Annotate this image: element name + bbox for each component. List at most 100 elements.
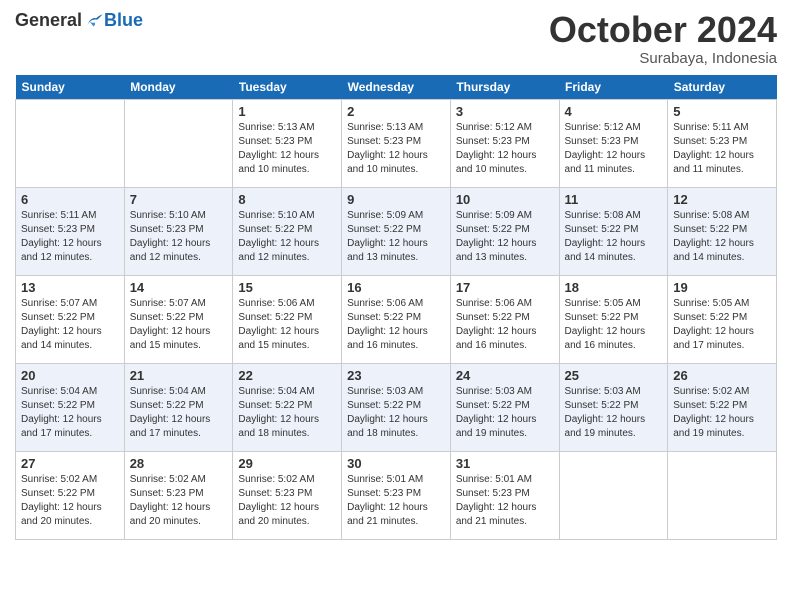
day-info: Sunrise: 5:05 AM Sunset: 5:22 PM Dayligh… [565,297,663,353]
table-row: 14 Sunrise: 5:07 AM Sunset: 5:22 PM Dayli… [124,275,233,363]
day-number: 23 [347,368,445,383]
day-info: Sunrise: 5:04 AM Sunset: 5:22 PM Dayligh… [238,385,336,441]
day-info: Sunrise: 5:07 AM Sunset: 5:22 PM Dayligh… [130,297,228,353]
day-number: 19 [673,280,771,295]
day-number: 24 [456,368,554,383]
table-row: 24 Sunrise: 5:03 AM Sunset: 5:22 PM Dayli… [450,363,559,451]
day-number: 16 [347,280,445,295]
day-number: 26 [673,368,771,383]
day-number: 31 [456,456,554,471]
day-info: Sunrise: 5:11 AM Sunset: 5:23 PM Dayligh… [21,209,119,265]
table-row: 30 Sunrise: 5:01 AM Sunset: 5:23 PM Dayli… [342,451,451,539]
table-row: 5Sunrise: 5:11 AM Sunset: 5:23 PM Daylig… [668,99,777,187]
logo-bird-icon [84,11,104,31]
day-number: 21 [130,368,228,383]
day-info: Sunrise: 5:06 AM Sunset: 5:22 PM Dayligh… [347,297,445,353]
day-number: 25 [565,368,663,383]
day-number: 20 [21,368,119,383]
col-thursday: Thursday [450,75,559,100]
table-row: 9 Sunrise: 5:09 AM Sunset: 5:22 PM Daylig… [342,187,451,275]
page-container: General Blue October 2024 Surabaya, Indo… [0,0,792,545]
day-info: Sunrise: 5:10 AM Sunset: 5:22 PM Dayligh… [238,209,336,265]
table-row: 20 Sunrise: 5:04 AM Sunset: 5:22 PM Dayli… [16,363,125,451]
title-section: October 2024 Surabaya, Indonesia [549,10,777,67]
day-info: Sunrise: 5:08 AM Sunset: 5:22 PM Dayligh… [673,209,771,265]
table-row: 4 Sunrise: 5:12 AM Sunset: 5:23 PM Daylig… [559,99,668,187]
day-info: Sunrise: 5:02 AM Sunset: 5:23 PM Dayligh… [238,473,336,529]
day-info: Sunrise: 5:09 AM Sunset: 5:22 PM Dayligh… [347,209,445,265]
table-row: 10 Sunrise: 5:09 AM Sunset: 5:22 PM Dayli… [450,187,559,275]
day-number: 6 [21,192,119,207]
day-info: Sunrise: 5:05 AM Sunset: 5:22 PM Dayligh… [673,297,771,353]
day-info: Sunrise: 5:12 AM Sunset: 5:23 PM Dayligh… [565,121,663,177]
day-info: Sunrise: 5:06 AM Sunset: 5:22 PM Dayligh… [456,297,554,353]
logo-general-text: General [15,10,82,31]
day-info: Sunrise: 5:04 AM Sunset: 5:22 PM Dayligh… [130,385,228,441]
table-row: 27Sunrise: 5:02 AM Sunset: 5:22 PM Dayli… [16,451,125,539]
day-info: Sunrise: 5:08 AM Sunset: 5:22 PM Dayligh… [565,209,663,265]
col-tuesday: Tuesday [233,75,342,100]
table-row: 11Sunrise: 5:08 AM Sunset: 5:22 PM Dayli… [559,187,668,275]
location-subtitle: Surabaya, Indonesia [549,50,777,67]
col-friday: Friday [559,75,668,100]
day-info: Sunrise: 5:03 AM Sunset: 5:22 PM Dayligh… [347,385,445,441]
calendar-week-row: 20 Sunrise: 5:04 AM Sunset: 5:22 PM Dayli… [16,363,777,451]
day-info: Sunrise: 5:02 AM Sunset: 5:23 PM Dayligh… [130,473,228,529]
table-row: 29 Sunrise: 5:02 AM Sunset: 5:23 PM Dayli… [233,451,342,539]
table-row: 15 Sunrise: 5:06 AM Sunset: 5:22 PM Dayli… [233,275,342,363]
month-title: October 2024 [549,10,777,50]
day-info: Sunrise: 5:03 AM Sunset: 5:22 PM Dayligh… [456,385,554,441]
day-number: 17 [456,280,554,295]
day-number: 13 [21,280,119,295]
day-info: Sunrise: 5:01 AM Sunset: 5:23 PM Dayligh… [347,473,445,529]
table-row: 17 Sunrise: 5:06 AM Sunset: 5:22 PM Dayli… [450,275,559,363]
day-number: 10 [456,192,554,207]
day-info: Sunrise: 5:12 AM Sunset: 5:23 PM Dayligh… [456,121,554,177]
day-info: Sunrise: 5:02 AM Sunset: 5:22 PM Dayligh… [673,385,771,441]
calendar-week-row: 27Sunrise: 5:02 AM Sunset: 5:22 PM Dayli… [16,451,777,539]
day-number: 9 [347,192,445,207]
col-monday: Monday [124,75,233,100]
table-row: 31 Sunrise: 5:01 AM Sunset: 5:23 PM Dayli… [450,451,559,539]
day-info: Sunrise: 5:04 AM Sunset: 5:22 PM Dayligh… [21,385,119,441]
day-number: 15 [238,280,336,295]
day-number: 29 [238,456,336,471]
col-sunday: Sunday [16,75,125,100]
calendar-table: Sunday Monday Tuesday Wednesday Thursday… [15,75,777,540]
day-number: 7 [130,192,228,207]
table-row: 13 Sunrise: 5:07 AM Sunset: 5:22 PM Dayli… [16,275,125,363]
table-row [559,451,668,539]
day-info: Sunrise: 5:09 AM Sunset: 5:22 PM Dayligh… [456,209,554,265]
day-info: Sunrise: 5:02 AM Sunset: 5:22 PM Dayligh… [21,473,119,529]
table-row: 26 Sunrise: 5:02 AM Sunset: 5:22 PM Dayli… [668,363,777,451]
day-info: Sunrise: 5:06 AM Sunset: 5:22 PM Dayligh… [238,297,336,353]
day-number: 1 [238,104,336,119]
day-info: Sunrise: 5:07 AM Sunset: 5:22 PM Dayligh… [21,297,119,353]
table-row: 1Sunrise: 5:13 AM Sunset: 5:23 PM Daylig… [233,99,342,187]
day-number: 8 [238,192,336,207]
day-info: Sunrise: 5:03 AM Sunset: 5:22 PM Dayligh… [565,385,663,441]
day-number: 2 [347,104,445,119]
day-number: 22 [238,368,336,383]
day-number: 18 [565,280,663,295]
table-row: 8 Sunrise: 5:10 AM Sunset: 5:22 PM Daylig… [233,187,342,275]
day-number: 3 [456,104,554,119]
day-number: 5 [673,104,771,119]
logo: General Blue [15,10,143,31]
day-number: 4 [565,104,663,119]
day-number: 28 [130,456,228,471]
table-row: 2Sunrise: 5:13 AM Sunset: 5:23 PM Daylig… [342,99,451,187]
table-row: 16 Sunrise: 5:06 AM Sunset: 5:22 PM Dayli… [342,275,451,363]
day-info: Sunrise: 5:01 AM Sunset: 5:23 PM Dayligh… [456,473,554,529]
table-row [124,99,233,187]
day-info: Sunrise: 5:10 AM Sunset: 5:23 PM Dayligh… [130,209,228,265]
table-row: 6 Sunrise: 5:11 AM Sunset: 5:23 PM Daylig… [16,187,125,275]
table-row: 7 Sunrise: 5:10 AM Sunset: 5:23 PM Daylig… [124,187,233,275]
calendar-week-row: 6 Sunrise: 5:11 AM Sunset: 5:23 PM Daylig… [16,187,777,275]
table-row: 21 Sunrise: 5:04 AM Sunset: 5:22 PM Dayli… [124,363,233,451]
day-number: 14 [130,280,228,295]
day-number: 30 [347,456,445,471]
table-row: 19 Sunrise: 5:05 AM Sunset: 5:22 PM Dayli… [668,275,777,363]
day-number: 12 [673,192,771,207]
table-row [16,99,125,187]
